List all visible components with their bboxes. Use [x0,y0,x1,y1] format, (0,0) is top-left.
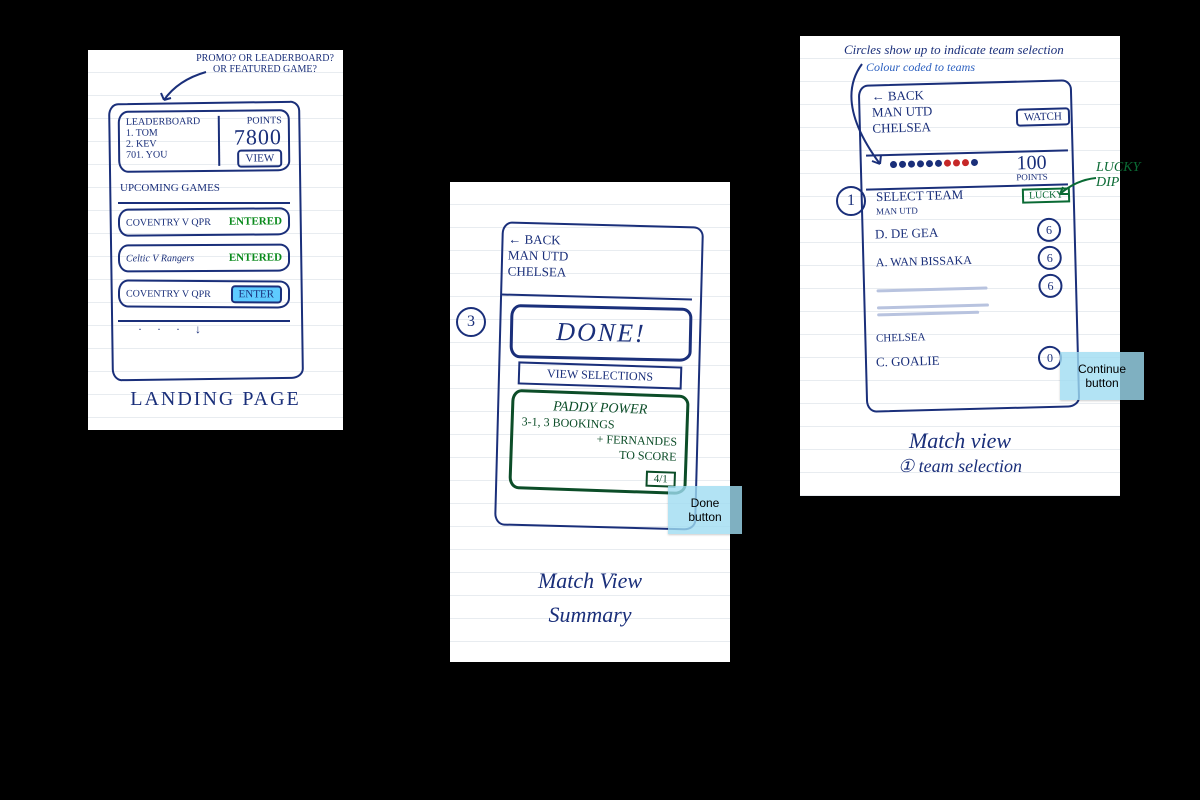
game-row[interactable]: COVENTRY V QPR ENTERED [118,207,290,236]
sticky-note: Continue button [1060,352,1144,400]
wireframe-landing-page: PROMO? OR LEADERBOARD? OR FEATURED GAME?… [88,50,343,430]
side-label: Enter now [350,248,409,265]
entered-badge: ENTERED [229,215,282,227]
upcoming-heading: UPCOMING GAMES [120,182,220,194]
top-note: Circles show up to indicate team selecti… [844,42,1114,58]
player-row[interactable]: A. WAN BISSAKA 6 [875,246,1062,275]
team-subheading: MAN UTD [876,205,918,216]
lucky-button[interactable]: LUCKY [1022,187,1071,203]
back-button[interactable]: ← BACK [871,87,932,105]
game-row[interactable]: Celtic V Rangers ENTERED [118,244,290,273]
leaderboard-card: LEADERBOARD POINTS 1. TOM 2. KEV 701. YO… [118,109,291,173]
wireframe-caption: ① team selection [800,456,1120,477]
watch-button[interactable]: WATCH [1016,107,1070,126]
side-label: Points won [350,284,414,301]
points-label: POINTS [1016,172,1048,183]
sub-note: Colour coded to teams [866,60,975,75]
step-number: 1 [836,186,866,216]
sticky-note: Done button [668,486,742,534]
top-annotation: PROMO? OR LEADERBOARD? OR FEATURED GAME? [190,53,340,75]
team-a: MAN UTD [508,247,569,264]
wireframe-caption: Match View [450,568,730,594]
player-count: 6 [1038,274,1063,299]
back-button[interactable]: ← BACK [508,231,569,248]
team-a: MAN UTD [872,103,933,121]
entered-badge: ENTERED [229,252,282,264]
enter-button[interactable]: ENTER [230,285,282,303]
wireframe-team-selection: Circles show up to indicate team selecti… [800,36,1120,496]
done-banner: DONE! [509,304,692,362]
team-b: CHELSEA [872,119,933,137]
wireframe-caption: Summary [450,602,730,628]
select-team-heading: SELECT TEAM [876,187,964,205]
promo-card: PADDY POWER 3-1, 3 BOOKINGS + FERNANDES … [508,389,689,495]
wireframe-match-summary: 3 ← BACK MAN UTD CHELSEA DONE! VIEW SELE… [450,182,730,662]
player-row[interactable]: D. DE GEA 6 [875,218,1062,247]
bottom-nav-placeholder: · · · ↓ [138,322,207,337]
step-number: 3 [456,307,486,337]
points-value: 7800 [234,126,282,149]
game-row[interactable]: COVENTRY V QPR ENTER [118,279,290,308]
team-b: CHELSEA [508,263,569,280]
leaderboard-title: LEADERBOARD [126,116,201,128]
points-value: 100 [1016,154,1048,173]
wireframe-caption: LANDING PAGE [88,388,343,411]
lucky-dip-note: LUCKY DIP [1096,160,1140,191]
player-count: 6 [1037,246,1062,271]
player-row[interactable]: 6 [876,274,1063,303]
player-count: 6 [1037,218,1062,243]
view-button[interactable]: VIEW [237,149,282,167]
team-subheading: CHELSEA [876,331,926,344]
player-row[interactable]: C. GOALIE 0 [876,346,1063,375]
side-label: Live now [350,212,401,229]
player-count: 0 [1038,346,1063,371]
wireframe-caption: Match view [800,428,1120,454]
